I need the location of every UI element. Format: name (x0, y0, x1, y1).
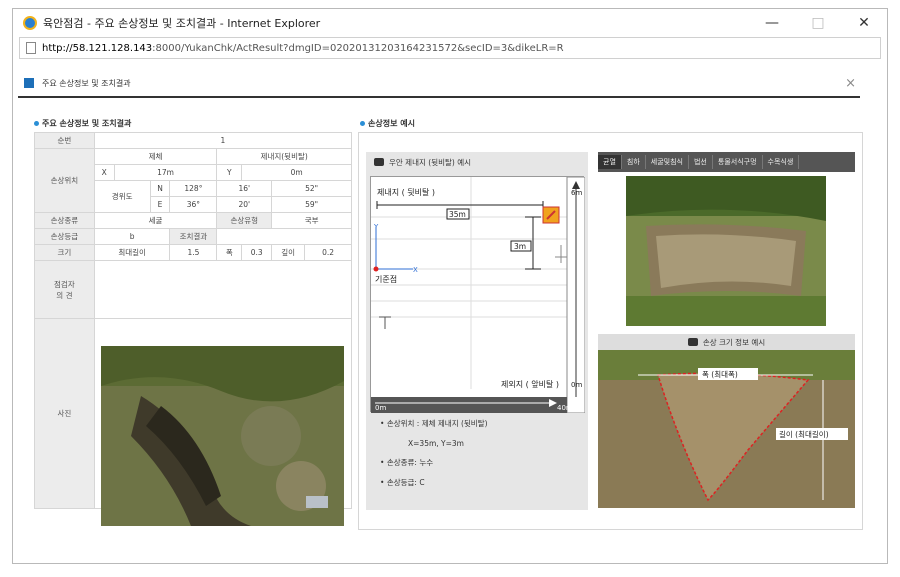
right-section-title: 손상정보 예시 (360, 118, 415, 129)
latlon-label: 경위도 (93, 180, 151, 213)
window-title: 육안점검 - 주요 손상정보 및 조치결과 - Internet Explore… (43, 17, 321, 30)
dike-sub-header: 제내지(뒷비탈) (216, 148, 352, 165)
diagram-top-label: 제내지 ( 뒷비탈 ) (377, 187, 435, 197)
size-label: 크기 (34, 244, 95, 261)
popup-title: 주요 손상정보 및 조치결과 (42, 78, 131, 88)
n-degree: 128° (169, 180, 218, 197)
damage-photo (101, 346, 344, 526)
axis-x-end: 40m (557, 404, 573, 412)
example1-header: 우안 제내지 (뒷비탈) 예시 (366, 152, 588, 172)
damage-type-tabs: 균열 침하 세굴및침식 법선 통물서식구멍 수목식생 (598, 152, 855, 172)
tab-scour[interactable]: 세굴및침식 (646, 155, 689, 169)
diagram-bottom-label: 제외지 ( 앞비탈 ) (501, 379, 559, 389)
minimize-button[interactable]: — (749, 15, 795, 31)
damage-type-value: 세굴 (93, 212, 218, 229)
max-length-value: 1.5 (169, 244, 218, 261)
x-axis-letter: X (413, 266, 418, 274)
tab-crack[interactable]: 균열 (598, 155, 622, 169)
e-label: E (149, 196, 171, 213)
inspector-opinion-value (93, 260, 353, 319)
camera-icon (687, 338, 698, 346)
seq-value: 1 (93, 132, 353, 149)
seq-label: 순번 (34, 132, 95, 149)
action-result-label: 조치결과 (169, 228, 218, 245)
axis-y-bottom: 0m (571, 381, 582, 389)
url-text[interactable]: http://58.121.128.143:8000/YukanChk/ActR… (42, 43, 564, 54)
diagram-origin-label: 기준점 (375, 274, 397, 284)
maximize-button[interactable]: □ (795, 15, 841, 31)
close-window-button[interactable]: ✕ (841, 15, 887, 31)
inspector-opinion-label: 점검자 의 견 (34, 260, 95, 319)
e-minute: 20' (216, 196, 273, 213)
y-label: Y (216, 164, 243, 181)
diagram-height-label: 3m (514, 242, 526, 251)
location-label: 손상위치 (34, 148, 95, 213)
x-value: 17m (113, 164, 218, 181)
example1-notes: • 손상위치 : 제체 제내지 (뒷비탈) X=35m, Y=3m • 손상종류… (380, 420, 488, 498)
popup-header: 주요 손상정보 및 조치결과 × (18, 70, 860, 98)
example-photo (626, 176, 826, 326)
damage-grade-value: b (93, 228, 171, 245)
address-bar[interactable]: http://58.121.128.143:8000/YukanChk/ActR… (19, 37, 881, 59)
popup-close-button[interactable]: × (845, 76, 856, 91)
example2-header: 손상 크기 정보 예시 (598, 334, 855, 350)
tab-settlement[interactable]: 침하 (622, 155, 646, 169)
x-label: X (93, 164, 115, 181)
e-second: 59" (271, 196, 352, 213)
page-icon (26, 42, 36, 54)
title-bar: 육안점검 - 주요 손상정보 및 조치결과 - Internet Explore… (13, 9, 887, 37)
tab-normal[interactable]: 법선 (689, 155, 713, 169)
dike-header: 제체 (93, 148, 218, 165)
axis-y-top: 6m (571, 189, 582, 197)
size-width-label: 폭 (최대폭) (702, 369, 738, 379)
photo-label: 사진 (34, 318, 95, 509)
bullet-icon (360, 121, 365, 126)
damage-form-label: 손상유형 (216, 212, 273, 229)
e-degree: 36° (169, 196, 218, 213)
size-depth-label: 길이 (최대길이) (779, 429, 829, 439)
damage-type-label: 손상종류 (34, 212, 95, 229)
damage-form-value: 국부 (271, 212, 352, 229)
location-diagram: 제내지 ( 뒷비탈 ) 35m 3m 기준점 제외지 ( 앞비탈 ) 0m 40… (370, 176, 586, 414)
note-location: • 손상위치 : 제체 제내지 (뒷비탈) (380, 419, 488, 428)
note-grade: • 손상등급: C (380, 477, 425, 487)
depth-label: 깊이 (271, 244, 306, 261)
n-label: N (149, 180, 171, 197)
n-minute: 16' (216, 180, 273, 197)
y-axis-letter: Y (373, 223, 379, 231)
tab-vegetation[interactable]: 수목식생 (763, 155, 800, 169)
window-icon (24, 78, 34, 88)
internet-explorer-icon (23, 16, 37, 30)
y-value: 0m (241, 164, 352, 181)
damage-grade-label: 손상등급 (34, 228, 95, 245)
max-length-label: 최대길이 (93, 244, 171, 261)
damage-size-photo: 폭 (최대폭) 길이 (최대길이) (598, 350, 855, 508)
action-result-value (216, 228, 352, 245)
depth-value: 0.2 (304, 244, 352, 261)
left-section-title: 주요 손상정보 및 조치결과 (34, 118, 131, 129)
width-label: 폭 (216, 244, 243, 261)
note-type: • 손상종류: 누수 (380, 458, 434, 467)
axis-x-start: 0m (375, 404, 386, 412)
width-value: 0.3 (241, 244, 273, 261)
tab-animal-hole[interactable]: 통물서식구멍 (713, 155, 763, 169)
n-second: 52" (271, 180, 352, 197)
note-coordinates: X=35m, Y=3m (408, 438, 464, 448)
diagram-distance-label: 35m (449, 210, 466, 219)
bullet-icon (34, 121, 39, 126)
camera-icon (374, 158, 384, 166)
